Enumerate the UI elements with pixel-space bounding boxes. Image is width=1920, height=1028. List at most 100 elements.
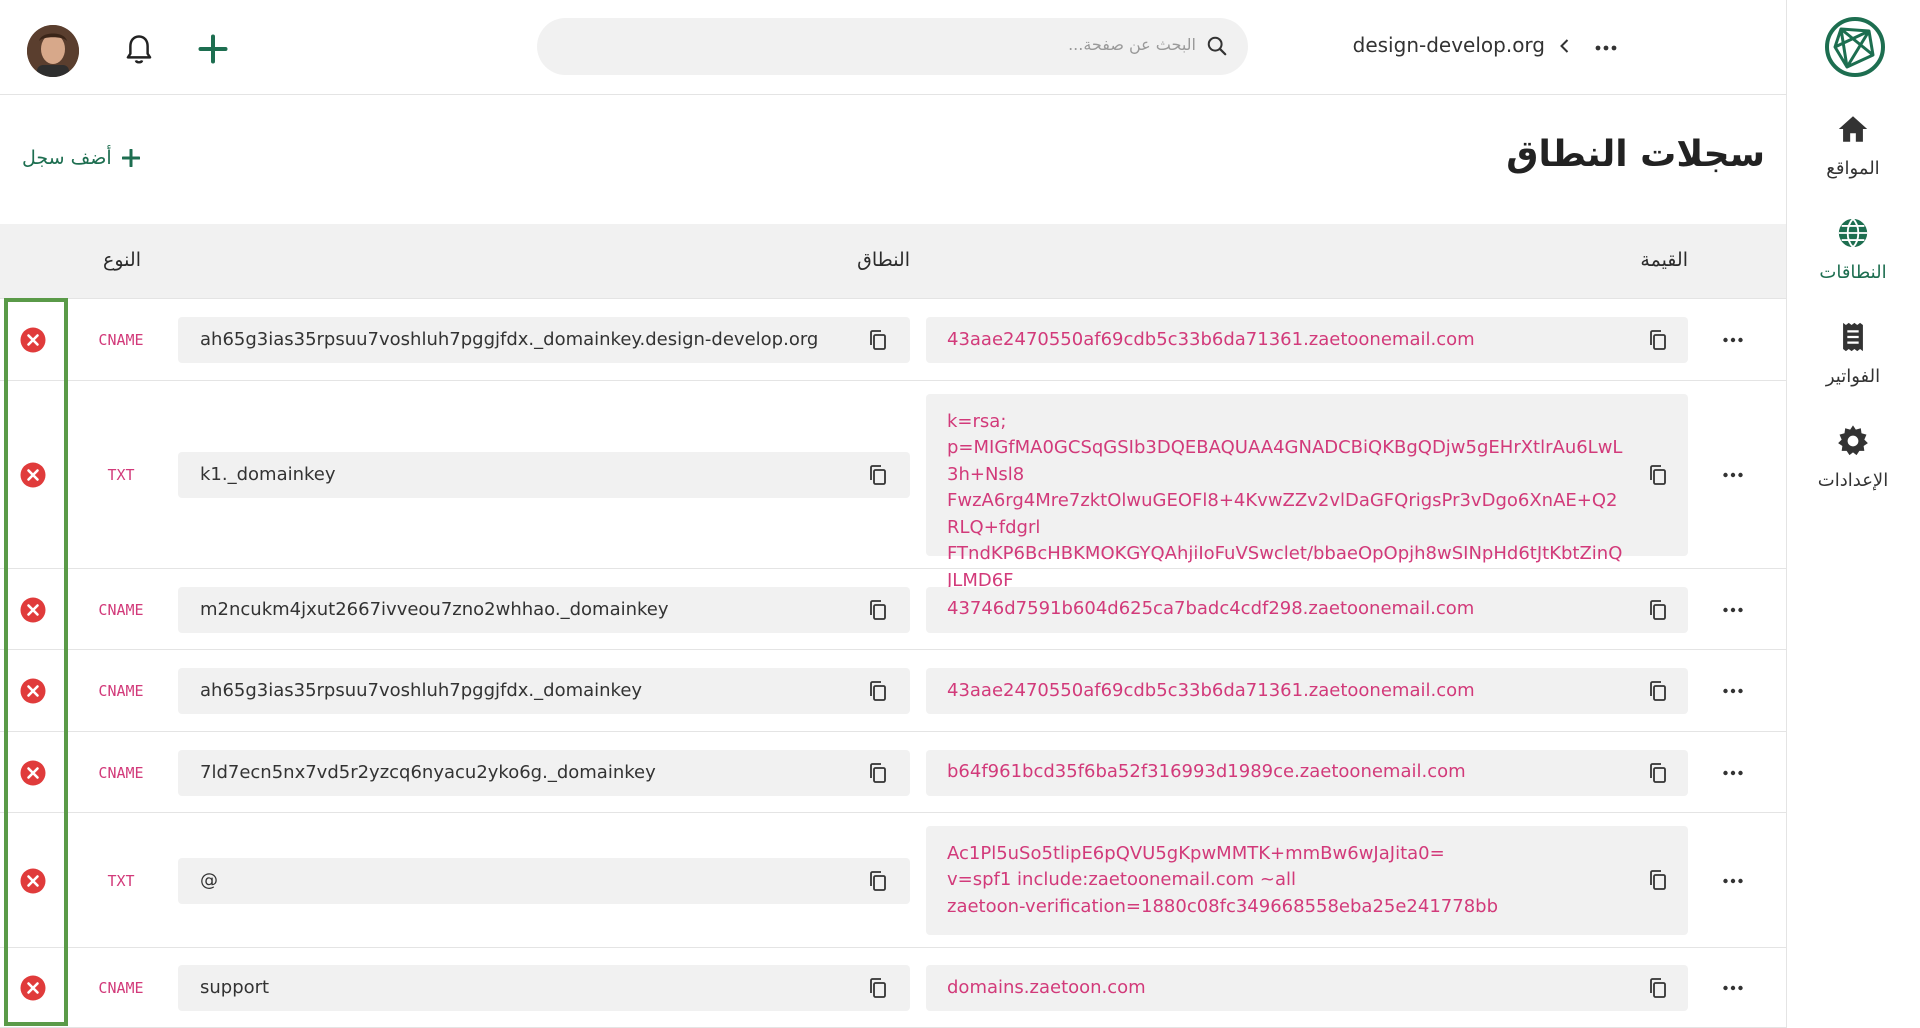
table-row: CNAME ah65g3ias35rpsuu7voshluh7pggjfdx._d… [0, 299, 1786, 381]
more-options-icon[interactable] [1722, 870, 1744, 892]
delete-column-highlight [4, 298, 68, 1026]
bell-icon[interactable] [124, 34, 154, 66]
copy-icon[interactable] [868, 464, 888, 486]
record-type: CNAME [98, 331, 144, 349]
copy-icon[interactable] [868, 329, 888, 351]
record-value: 43aae2470550af69cdb5c33b6da71361.zaetoon… [947, 678, 1627, 705]
logo-icon[interactable] [1823, 15, 1887, 79]
record-name-field[interactable]: 7ld7ecn5nx7vd5r2yzcq6nyacu2yko6g._domain… [178, 749, 910, 796]
record-name: @ [200, 869, 218, 891]
sidebar-item-settings[interactable]: الإعدادات [1786, 424, 1920, 514]
more-options-icon[interactable] [1722, 329, 1744, 351]
table-header: القيمة النطاق النوع [0, 224, 1786, 299]
record-name-field[interactable]: @ [178, 857, 910, 904]
record-value-field[interactable]: b64f961bcd35f6ba52f316993d1989ce.zaetoon… [926, 749, 1688, 796]
copy-icon[interactable] [868, 762, 888, 784]
record-value-field[interactable]: Ac1Pl5uSo5tlipE6pQVU5gKpwMMTK+mmBw6wJaJi… [926, 826, 1688, 935]
table-row: CNAME ah65g3ias35rpsuu7voshluh7pggjfdx._d… [0, 650, 1786, 732]
add-record-label: أضف سجل [22, 147, 112, 169]
table-row: TXT k1._domainkey k=rsa; p=MIGfMA0GCSqGSIb3… [0, 381, 1786, 618]
copy-icon[interactable] [1648, 869, 1668, 891]
plus-icon[interactable] [198, 34, 228, 64]
sidebar-item-label: النطاقات [1819, 262, 1887, 283]
record-name-field[interactable]: m2ncukm4jxut2667ivveou7zno2whhao._domain… [178, 586, 910, 633]
sidebar-item-label: الفواتير [1825, 366, 1881, 387]
record-value-line: b64f961bcd35f6ba52f316993d1989ce.zaetoon… [947, 761, 1466, 783]
record-name: k1._domainkey [200, 464, 336, 485]
record-value-line: 43aae2470550af69cdb5c33b6da71361.zaetoon… [947, 679, 1475, 701]
record-type: CNAME [98, 682, 144, 700]
record-value: b64f961bcd35f6ba52f316993d1989ce.zaetoon… [947, 759, 1627, 786]
page-title: سجلات النطاق [1506, 134, 1765, 175]
sidebar-item-domains[interactable]: النطاقات [1786, 216, 1920, 306]
record-name: support [200, 977, 270, 998]
record-value-field[interactable]: domains.zaetoon.com [926, 965, 1688, 1011]
table-row: CNAME 7ld7ecn5nx7vd5r2yzcq6nyacu2yko6g._d… [0, 732, 1786, 813]
add-record-button[interactable]: أضف سجل [22, 147, 140, 169]
more-options-icon[interactable] [1722, 977, 1744, 999]
more-options-icon[interactable] [1722, 762, 1744, 784]
sidebar-item-label: الإعدادات [1817, 470, 1889, 491]
column-header-type: النوع [103, 249, 141, 271]
more-options-icon[interactable] [1594, 36, 1618, 60]
copy-icon[interactable] [868, 870, 888, 892]
more-options-icon[interactable] [1722, 680, 1744, 702]
record-value-line: zaetoon-verification=1880c08fc349668558e… [947, 895, 1498, 917]
table-row: TXT @ Ac1Pl5uSo5tlipE6pQVU5gKpwMMTK+mmBw6w… [0, 813, 1786, 948]
column-header-value: القيمة [1640, 249, 1688, 271]
globe-icon [1838, 218, 1868, 248]
search-bar[interactable]: البحث عن صفحة... [537, 18, 1248, 75]
record-type: CNAME [98, 763, 144, 782]
record-name: 7ld7ecn5nx7vd5r2yzcq6nyacu2yko6g._domain… [200, 761, 656, 783]
copy-icon[interactable] [868, 977, 888, 999]
record-value-line: Ac1Pl5uSo5tlipE6pQVU5gKpwMMTK+mmBw6wJaJi… [947, 842, 1445, 864]
search-icon [1207, 36, 1227, 56]
record-value-line: 43746d7591b604d625ca7badc4cdf298.zaetoon… [947, 598, 1475, 620]
top-bar: البحث عن صفحة... design-develop.org [0, 0, 1786, 95]
record-value-line: p=MIGfMA0GCSqGSIb3DQEBAQUAA4GNADCBiQKBgQ… [947, 437, 1623, 485]
gear-icon [1838, 425, 1868, 456]
record-name-field[interactable]: k1._domainkey [178, 452, 910, 498]
record-value: Ac1Pl5uSo5tlipE6pQVU5gKpwMMTK+mmBw6wJaJi… [947, 841, 1627, 921]
record-value-field[interactable]: 43aae2470550af69cdb5c33b6da71361.zaetoon… [926, 668, 1688, 714]
copy-icon[interactable] [1648, 599, 1668, 621]
copy-icon[interactable] [1648, 680, 1668, 702]
record-value-line: 43aae2470550af69cdb5c33b6da71361.zaetoon… [947, 328, 1475, 350]
search-input[interactable]: البحث عن صفحة... [1068, 35, 1196, 54]
avatar[interactable] [27, 25, 79, 77]
more-options-icon[interactable] [1722, 599, 1744, 621]
record-value-field[interactable]: k=rsa; p=MIGfMA0GCSqGSIb3DQEBAQUAA4GNADCB… [926, 394, 1688, 618]
sidebar-item-sites[interactable]: المواقع [1786, 112, 1920, 202]
record-value-field[interactable]: 43aae2470550af69cdb5c33b6da71361.zaetoon… [926, 317, 1688, 363]
record-name-field[interactable]: ah65g3ias35rpsuu7voshluh7pggjfdx._domain… [178, 317, 910, 363]
copy-icon[interactable] [1648, 464, 1668, 486]
table-row: CNAME m2ncukm4jxut2667ivveou7zno2whhao._d… [0, 569, 1786, 650]
sidebar: المواقع النطاقات الفواتير الإعدادات [1786, 0, 1920, 1028]
plus-icon [121, 149, 140, 167]
copy-icon[interactable] [1648, 762, 1668, 784]
breadcrumb-domain[interactable]: design-develop.org [1353, 33, 1545, 57]
record-type: CNAME [98, 600, 144, 619]
copy-icon[interactable] [1648, 329, 1668, 351]
record-name-field[interactable]: ah65g3ias35rpsuu7voshluh7pggjfdx._domain… [178, 668, 910, 714]
record-name-field[interactable]: support [178, 965, 910, 1011]
chevron-left-icon[interactable] [1555, 36, 1575, 56]
record-value-line: FwzA6rg4Mre7zktOlwuGEOFl8+4KvwZZv2vlDaGF… [947, 490, 1618, 538]
sidebar-item-label: المواقع [1826, 158, 1880, 179]
table-row: CNAME support domains.zaetoon.com [0, 948, 1786, 1028]
sidebar-item-invoices[interactable]: الفواتير [1786, 320, 1920, 410]
record-type: TXT [107, 466, 135, 484]
more-options-icon[interactable] [1722, 464, 1744, 486]
copy-icon[interactable] [868, 680, 888, 702]
copy-icon[interactable] [868, 599, 888, 621]
record-value: 43aae2470550af69cdb5c33b6da71361.zaetoon… [947, 327, 1627, 354]
record-name: ah65g3ias35rpsuu7voshluh7pggjfdx._domain… [200, 329, 819, 350]
record-name: m2ncukm4jxut2667ivveou7zno2whhao._domain… [200, 598, 669, 620]
record-value-line: v=spf1 include:zaetoonemail.com ~all [947, 869, 1297, 891]
record-value-field[interactable]: 43746d7591b604d625ca7badc4cdf298.zaetoon… [926, 586, 1688, 633]
record-type: TXT [107, 871, 135, 890]
receipt-icon [1843, 322, 1863, 352]
record-value-line: domains.zaetoon.com [947, 976, 1146, 998]
copy-icon[interactable] [1648, 977, 1668, 999]
record-value: 43746d7591b604d625ca7badc4cdf298.zaetoon… [947, 596, 1627, 623]
